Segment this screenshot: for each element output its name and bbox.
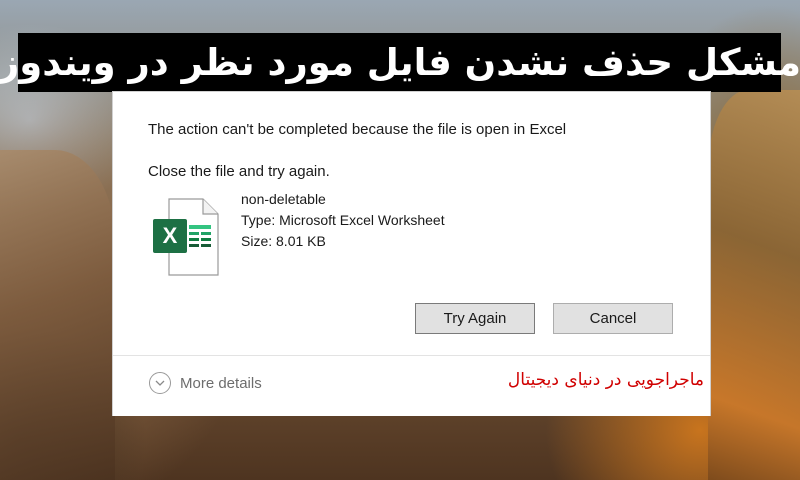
more-details-toggle[interactable]: More details [149, 372, 262, 394]
dialog-footer: More details ماجراجویی در دنیای دیجیتال [113, 355, 710, 416]
file-name: non-deletable [241, 191, 326, 207]
cancel-button[interactable]: Cancel [553, 303, 673, 334]
title-banner: مشکل حذف نشدن فایل مورد نظر در ویندوز [0, 33, 800, 92]
wallpaper-rock-left [0, 150, 115, 480]
file-in-use-dialog: The action can't be completed because th… [113, 92, 710, 416]
chevron-down-icon [149, 372, 171, 394]
try-again-button[interactable]: Try Again [415, 303, 535, 334]
file-size: Size: 8.01 KB [241, 233, 326, 249]
error-message: The action can't be completed because th… [148, 121, 567, 138]
more-details-label: More details [180, 374, 262, 392]
wallpaper-rock-right [708, 90, 800, 480]
file-type: Type: Microsoft Excel Worksheet [241, 212, 445, 228]
instruction-text: Close the file and try again. [148, 163, 330, 180]
excel-file-icon: X [153, 198, 219, 276]
svg-text:X: X [163, 223, 178, 248]
file-details: non-deletable Type: Microsoft Excel Work… [241, 189, 445, 252]
watermark-text: ماجراجویی در دنیای دیجیتال [507, 370, 704, 390]
banner-title: مشکل حذف نشدن فایل مورد نظر در ویندوز [0, 41, 800, 84]
